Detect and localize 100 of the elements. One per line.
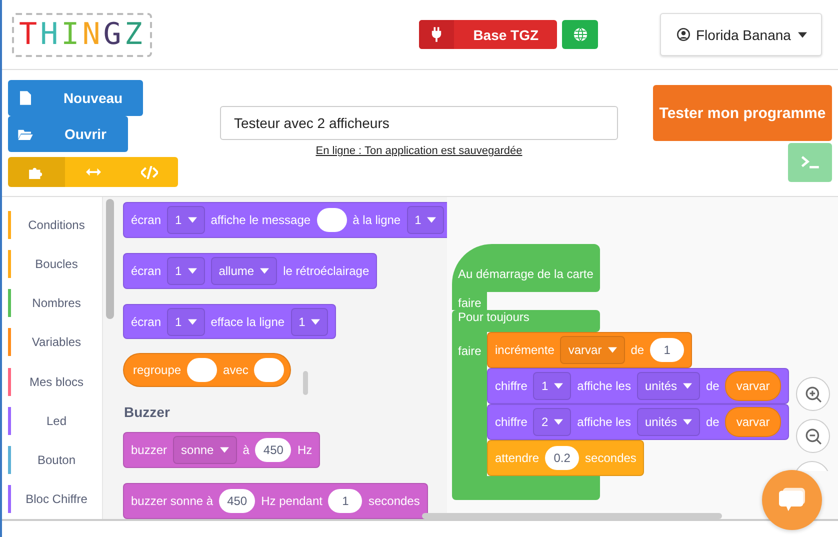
category-item[interactable]: Nombres [2, 284, 102, 323]
block-label: regroupe [133, 363, 182, 378]
block-label: affiche les [577, 379, 631, 393]
variable-block[interactable]: varvar [725, 407, 781, 437]
user-icon [677, 28, 690, 41]
code-block[interactable]: regroupe avec [123, 353, 292, 388]
code-icon [141, 166, 158, 178]
block-label: Pour toujours [458, 310, 530, 324]
terminal-icon [800, 156, 820, 169]
code-block[interactable]: incrémente varvar de 1 [487, 332, 692, 368]
caret-icon [220, 447, 229, 454]
block-label: secondes [585, 451, 636, 465]
language-button[interactable] [562, 20, 598, 49]
category-item[interactable]: Boucles [2, 244, 102, 284]
block-label: à la ligne [352, 212, 401, 227]
category-item[interactable]: Mes blocs [2, 362, 102, 402]
block-label: écran [131, 314, 162, 329]
block-label: écran [131, 264, 162, 278]
code-block[interactable]: buzzer sonne à 450 Hz pendant 1 secondes [123, 483, 428, 519]
value-input[interactable]: 0.2 [545, 446, 580, 470]
code-block[interactable]: écran 1 allume le rétroéclairage [123, 252, 378, 289]
new-button[interactable]: Nouveau [8, 80, 143, 116]
block-dropdown[interactable]: 1 [533, 372, 572, 400]
caret-icon [798, 32, 807, 38]
caret-icon [311, 318, 320, 325]
category-item[interactable]: Bouton [2, 440, 102, 480]
scrollbar[interactable] [106, 199, 114, 319]
code-block[interactable]: attendre 0.2 secondes [487, 440, 644, 476]
block-label: incrémente [495, 343, 554, 357]
view-tab[interactable] [64, 157, 122, 187]
empty-slot[interactable] [254, 358, 284, 382]
chat-icon [778, 487, 806, 513]
block-label: à [242, 443, 250, 458]
code-block[interactable]: buzzer sonne à 450 Hz [123, 432, 320, 468]
block-label: Hz [297, 443, 312, 458]
empty-slot[interactable] [187, 358, 218, 382]
code-block[interactable]: chiffre 1 affiche les unités de varvar [487, 368, 789, 404]
block-label: écran [131, 212, 162, 227]
caret-icon [427, 216, 436, 223]
code-block[interactable]: écran 1 affiche le message à la ligne 1 [123, 202, 447, 238]
value-input[interactable]: 450 [219, 489, 256, 514]
caret-icon [683, 419, 692, 425]
value-input[interactable]: 1 [328, 489, 362, 514]
block-label: de [706, 379, 720, 393]
caret-icon [188, 216, 197, 223]
loop-block[interactable]: Pour toujours faire incrémente varvar de 1 chiffre 1 affiche les unités de varvar chiffre 2 affiche les unités de varvar attendre 0.2 secondes [452, 310, 789, 500]
category-item[interactable]: Led [2, 401, 102, 440]
block-dropdown[interactable]: unités [636, 408, 700, 436]
block-label: secondes [368, 494, 420, 508]
arrows-icon [86, 168, 100, 176]
block-label: de [706, 415, 720, 429]
block-label: de [630, 343, 644, 357]
empty-slot[interactable] [316, 208, 347, 232]
scrollbar[interactable] [422, 513, 722, 519]
zoom-out-button[interactable] [796, 419, 830, 453]
globe-icon [572, 27, 588, 42]
block-label: affiche les [577, 415, 631, 429]
view-tab[interactable] [8, 157, 65, 187]
block-dropdown[interactable]: 1 [167, 256, 205, 285]
caret-icon [260, 268, 270, 274]
scrollbar[interactable] [303, 371, 308, 395]
block-dropdown[interactable]: unités [636, 372, 700, 400]
block-label: Hz pendant [261, 494, 322, 508]
code-block[interactable]: chiffre 2 affiche les unités de varvar [487, 404, 789, 440]
block-label: attendre [495, 451, 540, 465]
console-button[interactable] [788, 143, 832, 182]
block-dropdown[interactable]: 2 [533, 408, 572, 436]
block-label: Au démarrage de la carte [458, 267, 594, 281]
run-button[interactable]: Tester mon programme [653, 85, 832, 141]
zoom-in-icon [804, 386, 822, 402]
caret-icon [188, 268, 197, 274]
user-menu[interactable]: Florida Banana [660, 13, 822, 56]
category-item[interactable]: Variables [2, 322, 102, 362]
caret-icon [608, 347, 617, 353]
block-dropdown[interactable]: 1 [167, 206, 205, 234]
block-dropdown[interactable]: 1 [406, 206, 444, 234]
category-item[interactable]: Bloc Chiffre [2, 480, 102, 519]
value-input[interactable]: 1 [650, 338, 684, 362]
block-dropdown[interactable]: 1 [290, 308, 328, 336]
block-dropdown[interactable]: allume [210, 256, 278, 285]
connection-button[interactable]: Base TGZ [419, 20, 558, 49]
block-dropdown[interactable]: varvar [560, 336, 625, 364]
zoom-in-button[interactable] [796, 377, 830, 411]
open-button[interactable]: Ouvrir [8, 116, 128, 152]
save-status-link[interactable]: En ligne : Ton application est sauvegardée [316, 145, 522, 157]
code-block[interactable]: écran 1 efface la ligne 1 [123, 304, 336, 340]
block-label: affiche le message [210, 212, 311, 227]
plug-icon [431, 27, 442, 42]
block-label: faire [458, 344, 482, 360]
block-label: le rétroéclairage [283, 264, 370, 278]
project-name-field[interactable]: Testeur avec 2 afficheurs [220, 106, 618, 140]
value-input[interactable]: 450 [255, 438, 292, 462]
block-dropdown[interactable]: 1 [167, 308, 205, 336]
puzzle-icon [28, 166, 44, 178]
view-tab[interactable] [121, 157, 178, 187]
zoom-out-icon [804, 428, 822, 444]
category-item[interactable]: Conditions [2, 205, 102, 244]
block-dropdown[interactable]: sonne [173, 436, 237, 464]
variable-block[interactable]: varvar [725, 371, 781, 401]
document-icon [20, 91, 31, 105]
